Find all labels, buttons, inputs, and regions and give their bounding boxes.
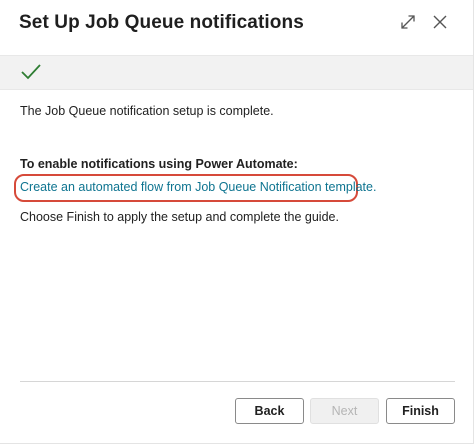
finish-button[interactable]: Finish <box>386 398 455 424</box>
close-icon[interactable] <box>431 13 449 31</box>
create-flow-link[interactable]: Create an automated flow from Job Queue … <box>20 180 376 194</box>
checkmark-icon <box>21 64 41 80</box>
setup-dialog: Set Up Job Queue notifications The Job Q… <box>0 0 474 444</box>
finish-instruction-text: Choose Finish to apply the setup and com… <box>20 210 339 224</box>
next-button[interactable]: Next <box>310 398 379 424</box>
dialog-title: Set Up Job Queue notifications <box>19 12 304 33</box>
power-automate-heading: To enable notifications using Power Auto… <box>20 157 298 171</box>
title-bar-actions <box>399 13 449 31</box>
setup-complete-text: The Job Queue notification setup is comp… <box>20 104 274 118</box>
footer-divider <box>20 381 455 382</box>
expand-icon[interactable] <box>399 13 417 31</box>
back-button[interactable]: Back <box>235 398 304 424</box>
status-banner <box>0 55 473 90</box>
